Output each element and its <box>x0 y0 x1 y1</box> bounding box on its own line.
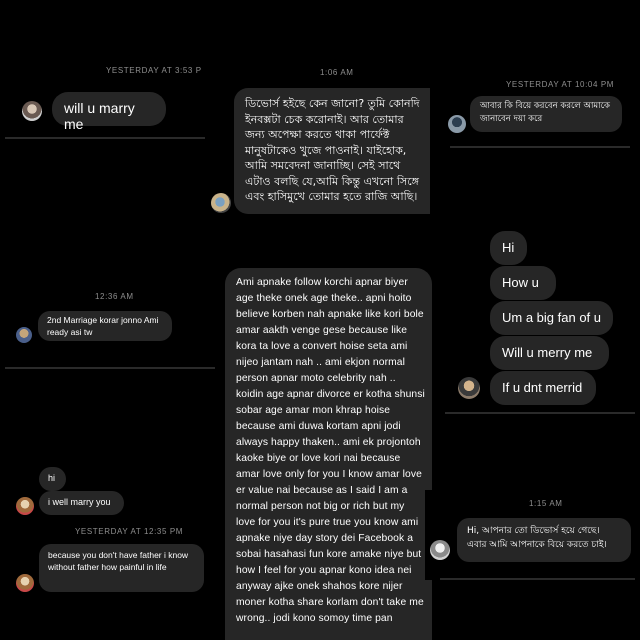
timestamp: 1:15 AM <box>529 499 563 508</box>
message-bubble: will u marry me <box>52 92 166 132</box>
divider <box>445 412 635 414</box>
profile-avatar[interactable] <box>458 377 480 399</box>
panel-i-well-marry-you: hi i well marry you YESTERDAY AT 12:35 P… <box>0 460 210 610</box>
message-bubble: How u <box>490 266 556 300</box>
profile-avatar[interactable] <box>211 193 231 213</box>
timestamp: YESTERDAY AT 10:04 PM <box>506 80 615 89</box>
message-bubble: আবার কি বিয়ে করবেন করলে আমাকে জানাবেন দ… <box>470 96 622 132</box>
message-bubble: Um a big fan of u <box>490 301 613 335</box>
message-bubble: ডিভোর্স হইছে কেন জানো? তুমি কোনদি ইনবক্স… <box>234 88 430 214</box>
panel-will-u-marry-me: YESTERDAY AT 3:53 P will u marry me <box>0 55 225 135</box>
profile-avatar[interactable] <box>430 540 450 560</box>
message-bubble: 2nd Marriage korar jonno Ami ready asi t… <box>38 311 172 341</box>
divider <box>5 137 217 139</box>
timestamp: 12:36 AM <box>95 292 134 301</box>
panel-big-fan: Hi How u Um a big fan of u Will u merry … <box>450 225 640 410</box>
divider <box>5 367 215 369</box>
divider <box>440 578 635 580</box>
profile-avatar[interactable] <box>448 115 466 133</box>
message-bubble: Ami apnake follow korchi apnar biyer age… <box>225 268 432 640</box>
panel-marry-again: YESTERDAY AT 10:04 PM আবার কি বিয়ে করবে… <box>440 75 640 140</box>
profile-avatar[interactable] <box>22 101 42 121</box>
timestamp: YESTERDAY AT 3:53 P <box>106 66 202 75</box>
divider <box>450 146 630 148</box>
profile-avatar[interactable] <box>16 497 34 515</box>
profile-avatar[interactable] <box>16 574 34 592</box>
panel-follow-message: Ami apnake follow korchi apnar biyer age… <box>215 265 435 640</box>
panel-divorce-message: 1:06 AM ডিভোর্স হইছে কেন জানো? তুমি কোনদ… <box>205 55 430 225</box>
message-bubble: Hi, আপনার তো ডিভোর্স হয়ে গেছে। এবার আমি… <box>457 518 631 562</box>
timestamp: YESTERDAY AT 12:35 PM <box>75 527 184 536</box>
message-bubble: hi <box>39 467 66 491</box>
panel-second-marriage: 12:36 AM 2nd Marriage korar jonno Ami re… <box>0 285 210 355</box>
message-bubble: because you don't have father i know wit… <box>39 544 204 592</box>
panel-divorce-marry: 1:15 AM Hi, আপনার তো ডিভোর্স হয়ে গেছে। … <box>425 490 640 580</box>
message-bubble: Will u merry me <box>490 336 609 370</box>
message-bubble: i well marry you <box>39 491 124 515</box>
timestamp: 1:06 AM <box>320 68 354 77</box>
message-bubble: Hi <box>490 231 527 265</box>
profile-avatar[interactable] <box>16 327 32 343</box>
message-bubble: If u dnt merrid <box>490 371 596 405</box>
